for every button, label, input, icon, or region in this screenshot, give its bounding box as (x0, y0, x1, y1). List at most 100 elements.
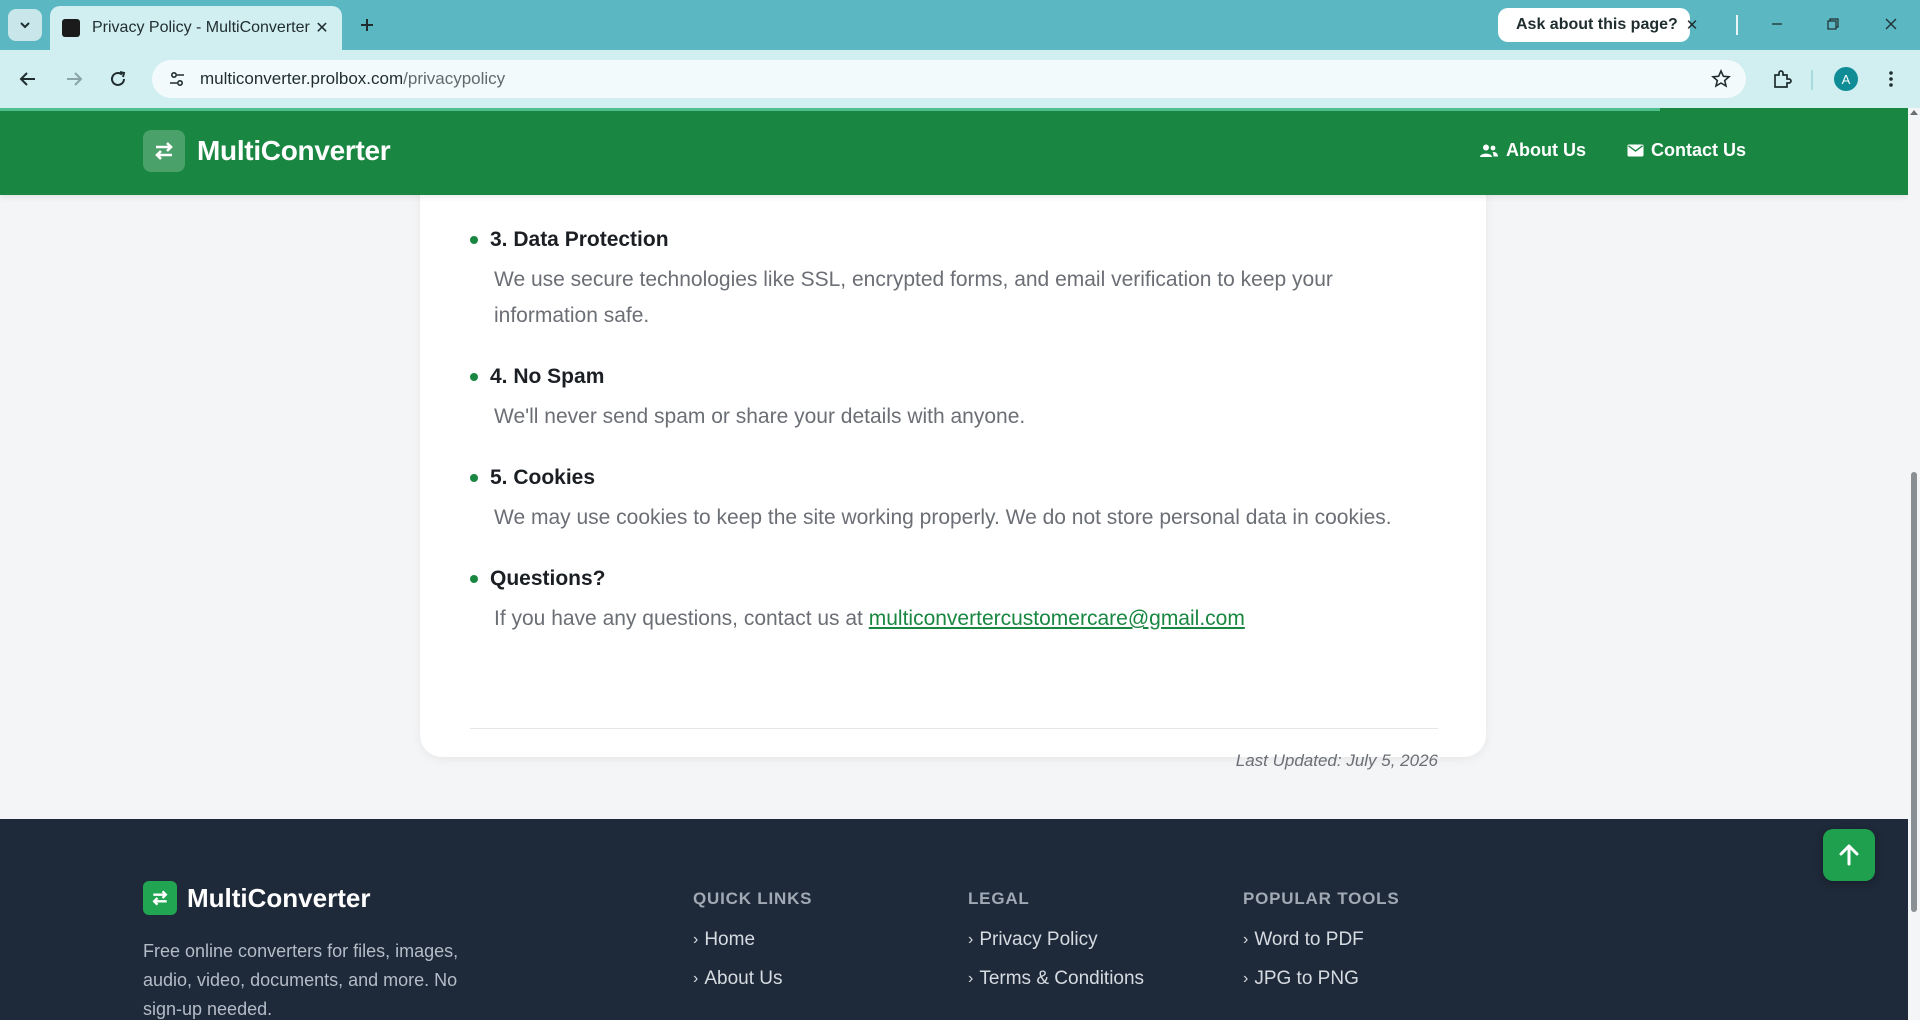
chevron-right-icon: › (968, 970, 974, 987)
footer-link-terms[interactable]: › Terms & Conditions (968, 968, 1144, 990)
ask-label: Ask about this page? (1516, 16, 1678, 33)
bookmark-star-icon[interactable] (1710, 68, 1732, 90)
nav-about-us[interactable]: About Us (1479, 140, 1586, 161)
arrow-right-icon (67, 72, 83, 86)
close-icon[interactable]: ✕ (1686, 16, 1699, 34)
users-icon (1480, 144, 1498, 157)
policy-section: 3. Data Protection We use secure technol… (470, 228, 1430, 334)
footer-link-label: Home (704, 929, 756, 950)
bullet-icon (470, 373, 478, 381)
plus-icon (361, 19, 373, 31)
card-divider (470, 728, 1438, 729)
browser-menu-button[interactable] (1876, 61, 1906, 97)
section-body: If you have any questions, contact us at… (494, 601, 1430, 637)
exchange-arrows-icon (143, 881, 177, 915)
address-bar[interactable]: multiconverter.prolbox.com/privacypolicy (152, 60, 1746, 98)
bullet-icon (470, 236, 478, 244)
url-path: /privacypolicy (403, 69, 506, 88)
close-window-button[interactable] (1868, 6, 1914, 42)
nav-contact-label: Contact Us (1651, 140, 1747, 160)
page-load-progress (0, 108, 1660, 111)
site-info-button[interactable] (164, 66, 190, 92)
chevron-right-icon: › (693, 931, 699, 948)
section-title: Questions? (490, 567, 606, 590)
chevron-right-icon: › (1243, 970, 1249, 987)
nav-about-label: About Us (1506, 140, 1586, 160)
url-host: multiconverter.prolbox.com (200, 69, 404, 88)
footer-column-popular-tools: POPULAR TOOLS › Word to PDF › JPG to PNG (1243, 889, 1400, 1007)
close-window-icon (1885, 18, 1897, 30)
profile-avatar[interactable]: A (1834, 67, 1858, 91)
reload-icon (111, 71, 126, 86)
chevron-right-icon: › (693, 970, 699, 987)
chevron-down-icon (20, 22, 30, 29)
puzzle-icon (1774, 70, 1792, 88)
section-heading: 5. Cookies (470, 466, 1430, 490)
bullet-icon (470, 575, 478, 583)
footer-description: Free online converters for files, images… (143, 941, 459, 1019)
site-header: MultiConverter About Us Contact Us (0, 108, 1908, 195)
section-body: We use secure technologies like SSL, enc… (494, 268, 1333, 327)
policy-section: Questions? If you have any questions, co… (470, 567, 1430, 637)
restore-icon (1827, 18, 1839, 30)
tabstrip-divider (1736, 15, 1738, 35)
new-tab-button[interactable] (352, 10, 382, 40)
envelope-icon (1627, 144, 1644, 157)
contact-email-link[interactable]: multiconvertercustomercare@gmail.com (869, 607, 1245, 630)
nav-contact-us[interactable]: Contact Us (1627, 140, 1746, 161)
site-footer: MultiConverter Free online converters fo… (0, 819, 1908, 1020)
back-button[interactable] (10, 61, 46, 97)
section-title: 5. Cookies (490, 466, 596, 489)
restore-button[interactable] (1810, 6, 1856, 42)
footer-link-label: Privacy Policy (979, 929, 1098, 950)
footer-link-jpg-to-png[interactable]: › JPG to PNG (1243, 968, 1400, 990)
footer-link-label: JPG to PNG (1254, 968, 1359, 989)
section-body: We may use cookies to keep the site work… (494, 506, 1392, 529)
chevron-right-icon: › (1243, 931, 1249, 948)
ask-about-page-button[interactable]: Ask about this page? ✕ (1498, 8, 1698, 42)
minimize-icon (1772, 23, 1782, 25)
header-brand-link[interactable]: MultiConverter (143, 130, 391, 172)
tune-icon (170, 71, 184, 87)
exchange-arrows-icon (143, 130, 185, 172)
section-heading: Questions? (470, 567, 1430, 591)
footer-link-label: About Us (704, 968, 783, 989)
reload-button[interactable] (100, 61, 136, 97)
page-scrollbar[interactable] (1908, 108, 1920, 1020)
footer-link-privacy-policy[interactable]: › Privacy Policy (968, 929, 1144, 951)
chevron-right-icon: › (968, 931, 974, 948)
footer-column-heading: POPULAR TOOLS (1243, 889, 1400, 908)
back-to-top-button[interactable] (1823, 829, 1875, 881)
footer-column-quick-links: QUICK LINKS › Home › About Us (693, 889, 812, 1007)
header-brand-name: MultiConverter (197, 135, 391, 166)
tab-list-button[interactable] (8, 9, 42, 41)
footer-link-word-to-pdf[interactable]: › Word to PDF (1243, 929, 1400, 951)
footer-link-label: Terms & Conditions (979, 968, 1145, 989)
forward-button[interactable] (56, 61, 92, 97)
footer-brand-name: MultiConverter (187, 882, 371, 913)
page-viewport: MultiConverter About Us Contact Us 3. Da… (0, 108, 1908, 1020)
arrow-up-icon (1839, 844, 1859, 866)
tab-title: Privacy Policy - MultiConverter (92, 19, 310, 36)
browser-tabstrip: Privacy Policy - MultiConverter ✕ Ask ab… (0, 0, 1920, 50)
section-body: We'll never send spam or share your deta… (494, 405, 1026, 428)
scroll-up-arrow-icon[interactable] (1910, 110, 1918, 115)
section-title: 4. No Spam (490, 365, 605, 388)
footer-column-heading: LEGAL (968, 889, 1030, 908)
footer-link-home[interactable]: › Home (693, 929, 812, 951)
more-vertical-icon (1889, 71, 1893, 87)
footer-column-legal: LEGAL › Privacy Policy › Terms & Condition… (968, 889, 1144, 1007)
bullet-icon (470, 474, 478, 482)
close-tab-icon[interactable]: ✕ (312, 18, 332, 38)
footer-link-about-us[interactable]: › About Us (693, 968, 812, 990)
footer-brand-link[interactable]: MultiConverter (143, 881, 370, 915)
extensions-button[interactable] (1764, 61, 1800, 97)
footer-column-heading: QUICK LINKS (693, 889, 813, 908)
privacy-policy-card: 3. Data Protection We use secure technol… (420, 148, 1486, 770)
toolbar-divider (1811, 70, 1813, 90)
policy-section: 5. Cookies We may use cookies to keep th… (470, 466, 1430, 536)
scrollbar-thumb[interactable] (1911, 472, 1917, 912)
browser-tab-active[interactable]: Privacy Policy - MultiConverter ✕ (50, 6, 342, 50)
minimize-button[interactable] (1754, 6, 1800, 42)
browser-toolbar: multiconverter.prolbox.com/privacypolicy… (0, 50, 1920, 108)
